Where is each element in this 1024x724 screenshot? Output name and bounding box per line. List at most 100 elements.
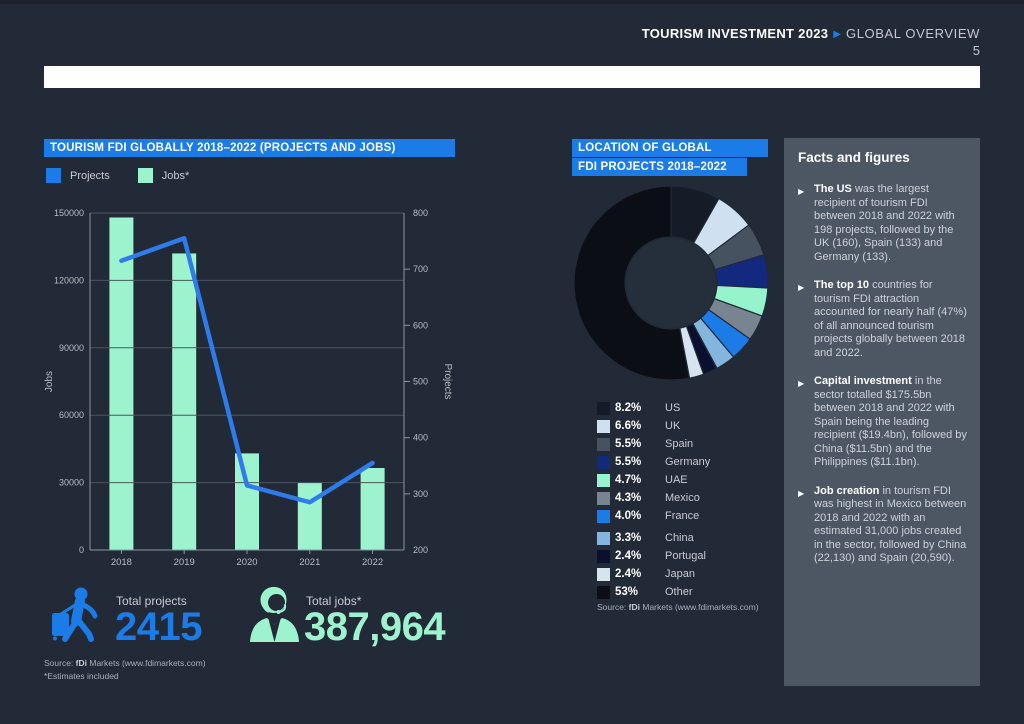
bar-chart-title: TOURISM FDI GLOBALLY 2018–2022 (PROJECTS… [44, 139, 455, 157]
donut-legend-row-Spain: 5.5% Spain [597, 435, 777, 453]
y-right-tick: 600 [413, 320, 428, 330]
fact-bold-lead: The US [814, 183, 852, 195]
donut-title-line2: FDI PROJECTS 2018–2022 [572, 158, 747, 176]
donut-legend-row-UK: 6.6% UK [597, 417, 777, 435]
legend-pct: 8.2% [615, 402, 642, 414]
top-edge-strip [0, 0, 1024, 4]
y-right-tick: 200 [413, 545, 428, 555]
total-projects-value: 2415 [115, 605, 202, 649]
legend-country: UAE [665, 474, 688, 486]
legend-label-jobs: Jobs* [161, 169, 190, 182]
donut-legend-row-UAE: 4.7% UAE [597, 471, 777, 489]
fact-text: in the sector totalled $175.5bn between … [814, 375, 967, 468]
fact-bullet-3: ▶ Capital investment in the sector totall… [798, 375, 967, 470]
legend-country: France [665, 510, 700, 522]
y-right-tick: 700 [413, 264, 428, 274]
donut-legend: 8.2% US 6.6% UK 5.5% Spain 5.5% Germany 4.7% UAE 4… [597, 399, 777, 601]
y-left-tick: 30000 [59, 478, 84, 488]
legend-country: China [665, 532, 694, 544]
bullet-arrow-icon: ▶ [798, 488, 805, 498]
bullet-arrow-icon: ▶ [798, 187, 805, 196]
legend-pct: 53% [615, 586, 639, 598]
header-arrow-icon: ▶ [833, 29, 841, 40]
bullet-arrow-icon: ▶ [798, 379, 805, 388]
legend-country: Spain [665, 438, 694, 450]
legend-country: Japan [665, 568, 695, 580]
section-title: GLOBAL OVERVIEW [846, 26, 980, 41]
service-agent-icon [250, 587, 299, 642]
page-number: 5 [972, 43, 980, 58]
legend-pct: 2.4% [615, 568, 642, 580]
legend-swatch-Germany [597, 455, 610, 469]
legend-pct: 6.6% [615, 420, 642, 432]
legend-country: Other [665, 586, 693, 598]
legend-pct: 5.5% [615, 438, 642, 450]
bullet-arrow-icon: ▶ [798, 283, 805, 292]
fact-bold-lead: The top 10 [814, 279, 870, 291]
y-left-tick: 90000 [59, 343, 84, 353]
legend-country: Portugal [665, 550, 706, 562]
report-title: TOURISM INVESTMENT 2023 [641, 26, 829, 41]
chart-source: Source: fDi Markets (www.fdimarkets.com)… [44, 657, 206, 683]
y-right-tick: 800 [413, 208, 428, 218]
legend-swatch-jobs [137, 168, 153, 183]
legend-swatch-France [597, 509, 610, 523]
y-left-tick: 120000 [54, 275, 84, 285]
legend-swatch-Portugal [597, 549, 610, 563]
bar-2019 [172, 253, 197, 550]
facts-panel: Facts and figures ▶ The US was the larges… [784, 138, 980, 686]
legend-swatch-Mexico [597, 491, 610, 505]
donut-legend-row-France: 4.0% France [597, 507, 777, 525]
header-rule-bar [44, 66, 980, 88]
y-left-axis-title: Jobs [44, 371, 55, 392]
bar-2021 [297, 482, 322, 550]
x-tick: 2019 [174, 557, 195, 568]
y-right-tick: 300 [413, 489, 428, 499]
fact-bold-lead: Job creation [814, 484, 880, 497]
donut-chart [573, 185, 769, 381]
legend-swatch-China [597, 531, 610, 545]
fact-bullet-4: ▶ Job creation in tourism FDI was highest… [798, 485, 967, 566]
facts-bullets: ▶ The US was the largest recipient of tou… [798, 183, 967, 566]
legend-country: Mexico [665, 492, 700, 504]
legend-country: Germany [665, 456, 711, 468]
bar-2018 [109, 217, 134, 550]
bar-line-chart: 0 30000 60000 90000 120000 150000 200 300 400 500… [44, 208, 453, 568]
donut-legend-row-Japan: 2.4% Japan [597, 565, 777, 583]
y-left-tick: 0 [79, 545, 84, 555]
legend-pct: 4.3% [615, 492, 642, 504]
y-right-tick: 500 [413, 377, 428, 387]
y-right-tick: 400 [413, 433, 428, 443]
legend-swatch-Japan [597, 567, 610, 581]
donut-legend-row-Mexico: 4.3% Mexico [597, 489, 777, 507]
donut-source: Source: fDi Markets (www.fdimarkets.com) [597, 602, 759, 612]
legend-pct: 3.3% [615, 532, 642, 544]
legend-swatch-US [597, 401, 610, 415]
legend-swatch-projects [46, 168, 61, 183]
legend-pct: 5.5% [615, 456, 642, 468]
fact-bold-lead: Capital investment [814, 375, 912, 387]
estimates-note: *Estimates included [44, 671, 119, 681]
y-left-tick: 60000 [59, 410, 84, 420]
bar-2020 [235, 453, 259, 550]
x-tick: 2018 [111, 557, 132, 568]
legend-country: UK [665, 420, 681, 432]
total-jobs-value: 387,964 [304, 605, 446, 649]
facts-title: Facts and figures [798, 150, 910, 165]
y-right-axis-title: Projects [442, 363, 453, 399]
donut-legend-row-China: 3.3% China [597, 529, 777, 547]
bar-2022 [360, 467, 385, 550]
legend-label-projects: Projects [70, 169, 110, 182]
x-tick: 2020 [236, 557, 257, 568]
y-left-tick: 150000 [54, 208, 84, 218]
legend-swatch-Other [597, 585, 610, 599]
legend-swatch-UK [597, 419, 610, 433]
traveler-icon [52, 587, 98, 642]
page-header: TOURISM INVESTMENT 2023 ▶ GLOBAL OVERVIEW [642, 26, 980, 41]
legend-swatch-UAE [597, 473, 610, 487]
fact-bullet-2: ▶ The top 10 countries for tourism FDI at… [798, 279, 967, 360]
donut-legend-row-Portugal: 2.4% Portugal [597, 547, 777, 565]
legend-pct: 2.4% [615, 550, 642, 562]
x-tick: 2022 [362, 557, 383, 568]
legend-pct: 4.0% [615, 510, 642, 522]
